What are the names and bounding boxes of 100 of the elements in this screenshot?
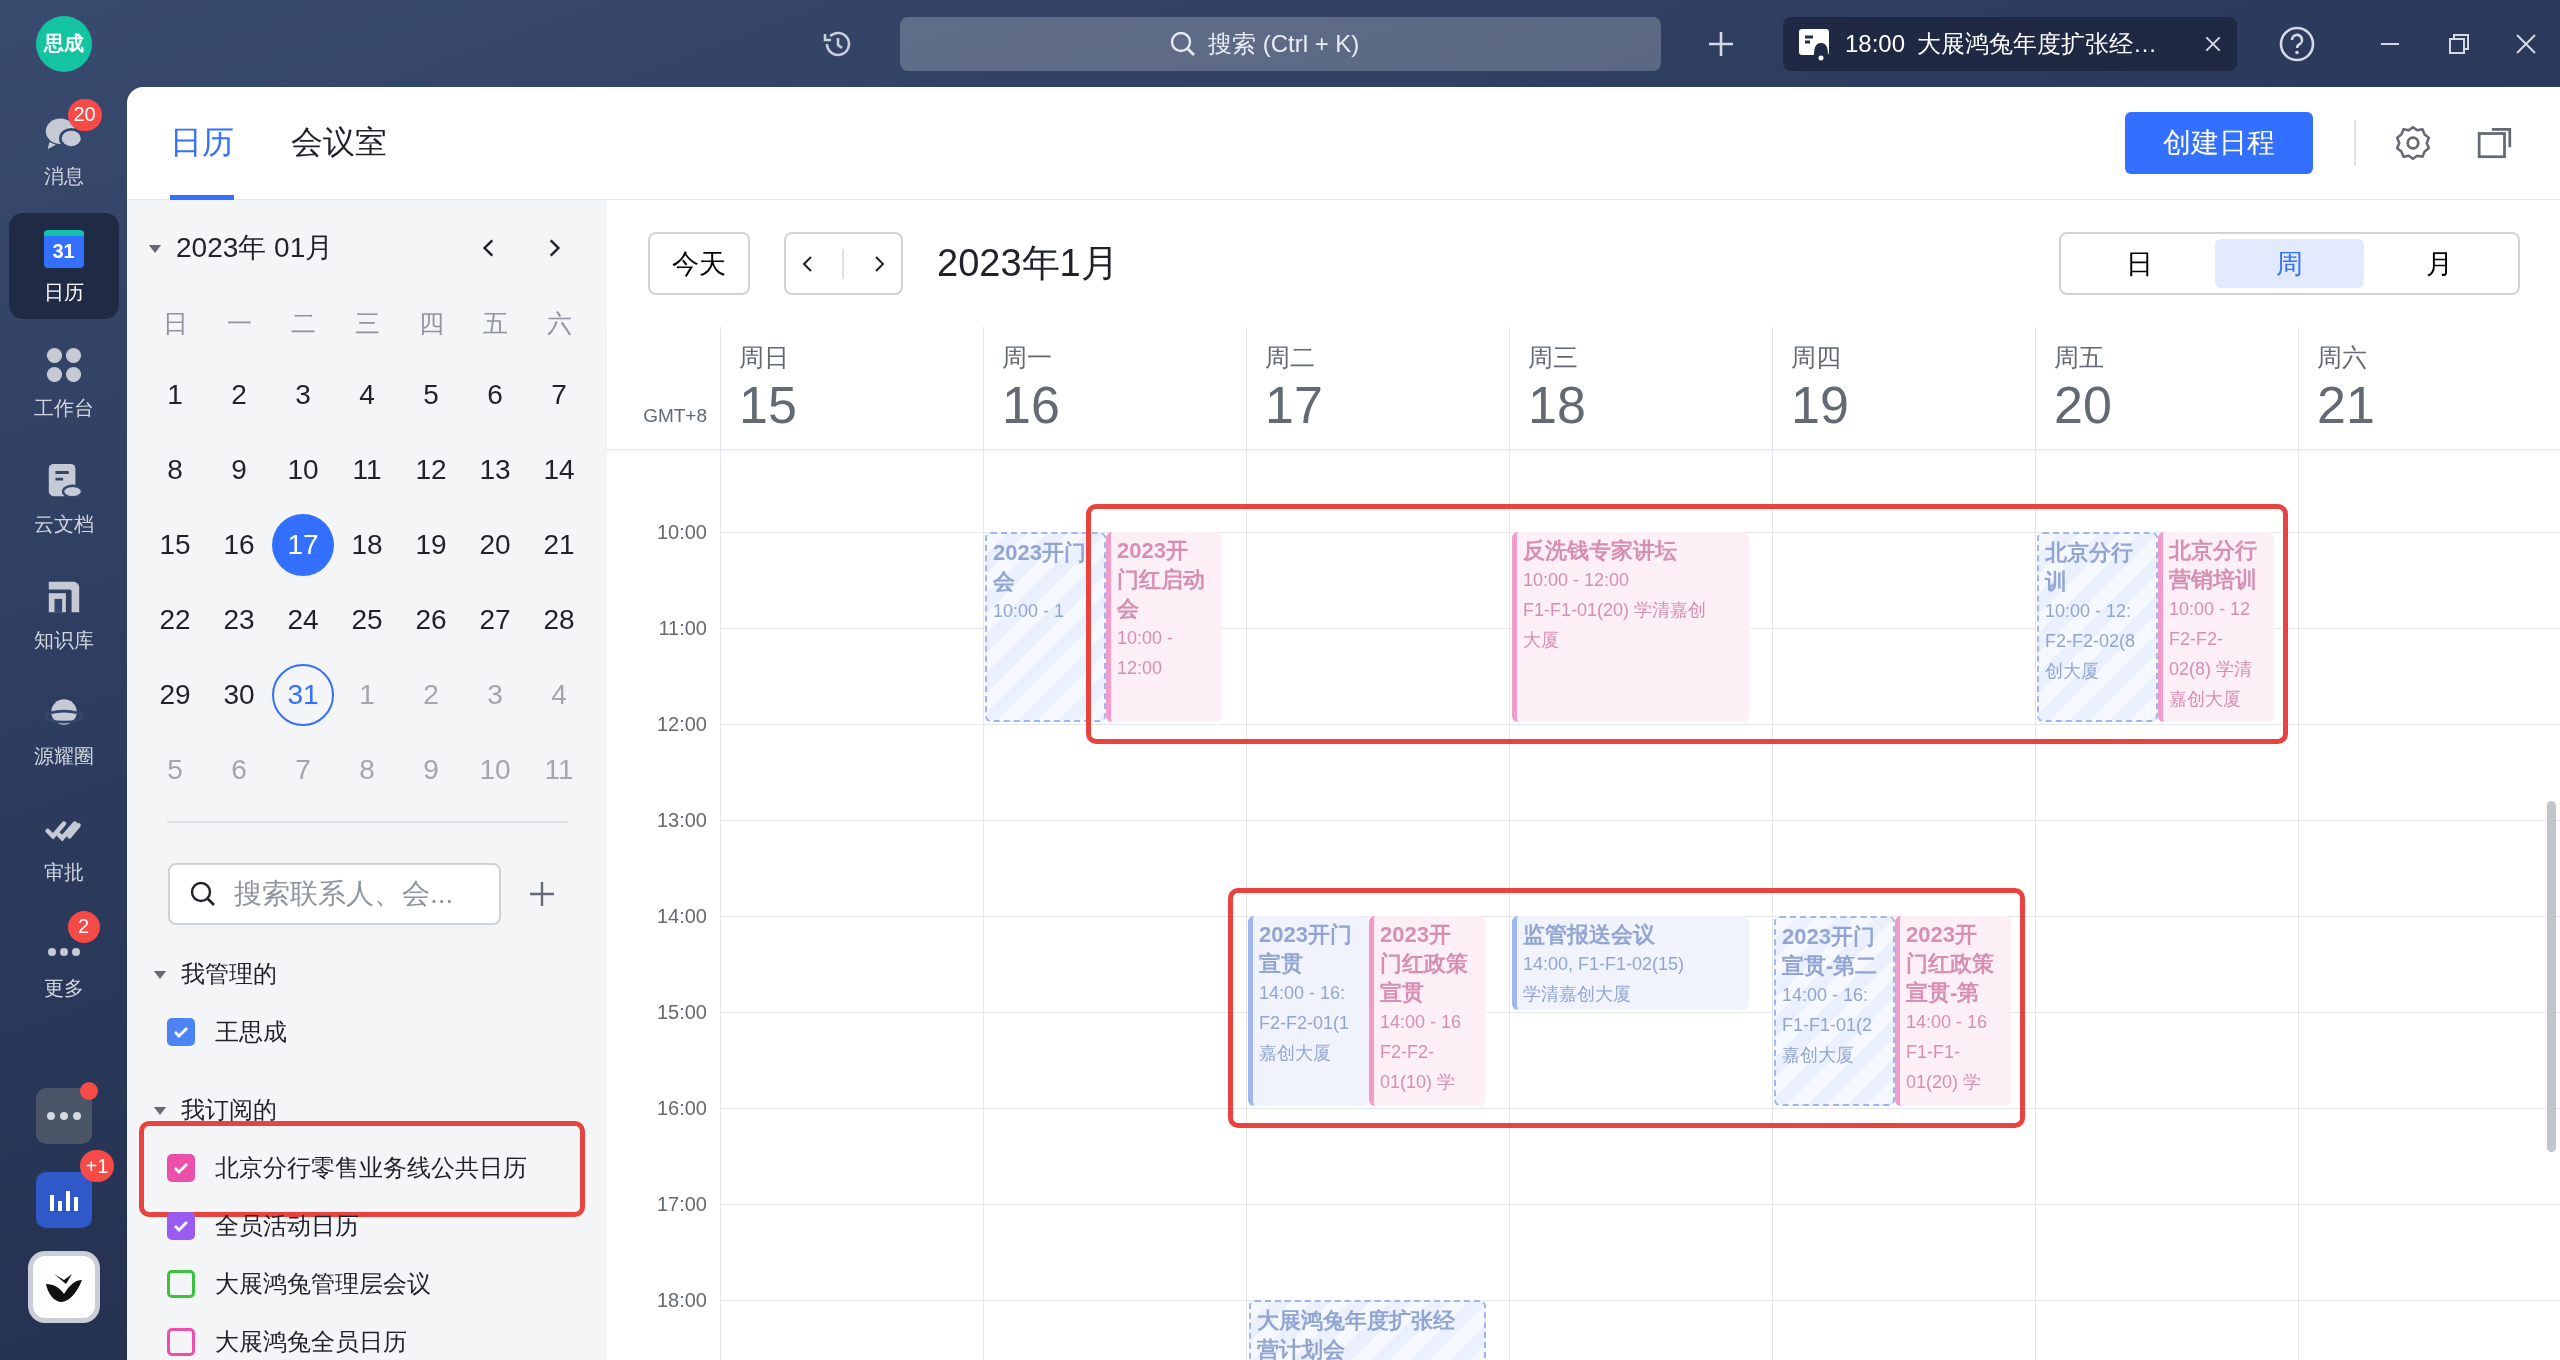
date-cell[interactable]: 22 <box>144 588 206 651</box>
date-cell[interactable]: 15 <box>144 513 206 576</box>
hour-label: 14:00 <box>656 904 707 929</box>
checkbox[interactable] <box>167 1270 195 1298</box>
weekday-label: 周二 <box>1265 342 1316 373</box>
notification-title: 大展鸿兔年度扩张经… <box>1917 28 2159 59</box>
calendar-icon: 31 <box>43 229 84 268</box>
date-cell[interactable]: 2 <box>208 363 270 426</box>
date-cell[interactable]: 8 <box>144 438 206 501</box>
nav-item[interactable]: 2 更多 <box>8 909 119 1015</box>
calendar-name: 大展鸿兔管理层会议 <box>215 1269 431 1299</box>
date-cell[interactable]: 3 <box>272 363 334 426</box>
date-cell[interactable]: 12 <box>400 438 462 501</box>
date-cell[interactable]: 17 <box>272 513 334 576</box>
settings-icon[interactable] <box>2394 124 2432 162</box>
date-cell[interactable]: 13 <box>464 438 526 501</box>
event-title: 监管报送会议 <box>1523 921 1656 949</box>
more-apps-button[interactable] <box>35 1088 92 1144</box>
date-cell[interactable]: 23 <box>208 588 270 651</box>
hour-label: 17:00 <box>656 1192 707 1217</box>
event-title: 北京分行 营销培训 <box>2169 537 2258 594</box>
date-cell[interactable]: 25 <box>336 588 398 651</box>
weekday-label: 四 <box>417 307 445 339</box>
date-cell[interactable]: 1 <box>144 363 206 426</box>
date-cell[interactable]: 29 <box>144 663 206 726</box>
nav-item[interactable]: 审批 <box>8 793 119 899</box>
date-cell[interactable]: 9 <box>208 438 270 501</box>
dots-icon <box>45 1111 82 1121</box>
day-number: 16 <box>1002 375 1061 436</box>
month-title: 2023年 01月 <box>176 231 335 265</box>
event-title: 2023开 门红启动 会 <box>1117 537 1206 623</box>
date-cell[interactable]: 7 <box>528 363 590 426</box>
date-cell[interactable]: 18 <box>336 513 398 576</box>
event-title: 2023开门 会 <box>993 539 1087 596</box>
nav-item[interactable]: 知识库 <box>8 561 119 667</box>
weekday-label: 周日 <box>739 342 790 373</box>
group-title: 我管理的 <box>181 959 277 989</box>
event-details: 10:00 - 12: F2-F2-02(8 创大厦 <box>2045 600 2137 683</box>
view-tab[interactable]: 月 <box>2364 239 2514 288</box>
date-cell[interactable]: 5 <box>400 363 462 426</box>
date-cell[interactable]: 16 <box>208 513 270 576</box>
checkbox[interactable] <box>167 1018 195 1046</box>
period-title: 2023年1月 <box>937 241 1119 286</box>
chart-app-button[interactable] <box>35 1172 92 1228</box>
date-cell[interactable]: 10 <box>272 438 334 501</box>
group-title: 我订阅的 <box>181 1095 277 1125</box>
date-cell[interactable]: 6 <box>464 363 526 426</box>
date-cell[interactable]: 26 <box>400 588 462 651</box>
date-cell[interactable]: 28 <box>528 588 590 651</box>
date-cell[interactable]: 27 <box>464 588 526 651</box>
date-cell[interactable]: 24 <box>272 588 334 651</box>
date-cell[interactable]: 4 <box>336 363 398 426</box>
checkbox[interactable] <box>167 1154 195 1182</box>
checkbox[interactable] <box>167 1212 195 1240</box>
date-cell[interactable]: 20 <box>464 513 526 576</box>
collapse-caret-icon[interactable] <box>148 242 162 254</box>
help-icon[interactable] <box>2278 24 2316 63</box>
date-cell[interactable]: 11 <box>336 438 398 501</box>
nav-item[interactable]: 云文档 <box>8 445 119 551</box>
day-number: 17 <box>1265 375 1324 436</box>
nav-item[interactable]: 工作台 <box>8 329 119 435</box>
event-details: 14:00 - 16 F2-F2- 01(10) 学 <box>1380 1011 1463 1094</box>
scrollbar-thumb[interactable] <box>2547 801 2556 1152</box>
checkbox[interactable] <box>167 1328 195 1356</box>
weekday-label: 周三 <box>1528 342 1579 373</box>
event-details: 14:00 - 16: F2-F2-01(1 嘉创大厦 <box>1259 982 1351 1065</box>
more-icon <box>45 945 82 958</box>
collapse-caret-icon[interactable] <box>153 1104 167 1116</box>
create-event-button[interactable]: 创建日程 <box>2125 112 2313 174</box>
weekday-label: 日 <box>161 307 189 339</box>
close-icon[interactable] <box>2514 31 2538 56</box>
weekday-label: 一 <box>225 307 253 339</box>
event-notification[interactable]: 18:00 大展鸿兔年度扩张经… <box>1783 16 2237 71</box>
day-number: 15 <box>739 375 798 436</box>
today-button[interactable]: 今天 <box>648 232 750 295</box>
search-field[interactable]: 搜索联系人、会... <box>168 863 501 925</box>
nav-item[interactable]: 源耀圈 <box>8 677 119 783</box>
nav-item[interactable]: 20 消息 <box>8 97 119 203</box>
nav-item[interactable]: 31 日历 <box>8 213 119 319</box>
weekday-label: 六 <box>545 307 573 339</box>
date-cell[interactable]: 30 <box>208 663 270 726</box>
date-cell[interactable]: 14 <box>528 438 590 501</box>
day-number: 20 <box>2054 375 2113 436</box>
view-tab[interactable]: 日 <box>2065 239 2215 288</box>
count-badge: +1 <box>79 1150 115 1182</box>
day-number: 18 <box>1528 375 1587 436</box>
day-number: 21 <box>2317 375 2376 436</box>
view-tab[interactable]: 周 <box>2214 239 2365 288</box>
event-details: 10:00 - 12:00 <box>1117 627 1175 680</box>
date-cell[interactable]: 19 <box>400 513 462 576</box>
event-title: 2023开 门红政策 宣贯 <box>1380 921 1469 1007</box>
weekday-label: 二 <box>289 307 317 339</box>
tab[interactable]: 会议室 <box>291 87 387 200</box>
collapse-caret-icon[interactable] <box>153 968 167 980</box>
event-title: 北京分行 训 <box>2045 539 2134 596</box>
date-cell[interactable]: 21 <box>528 513 590 576</box>
restore-icon[interactable] <box>2447 31 2471 56</box>
add-icon[interactable] <box>527 879 557 909</box>
date-cell[interactable]: 31 <box>272 663 334 726</box>
event-title: 反洗钱专家讲坛 <box>1523 537 1678 565</box>
